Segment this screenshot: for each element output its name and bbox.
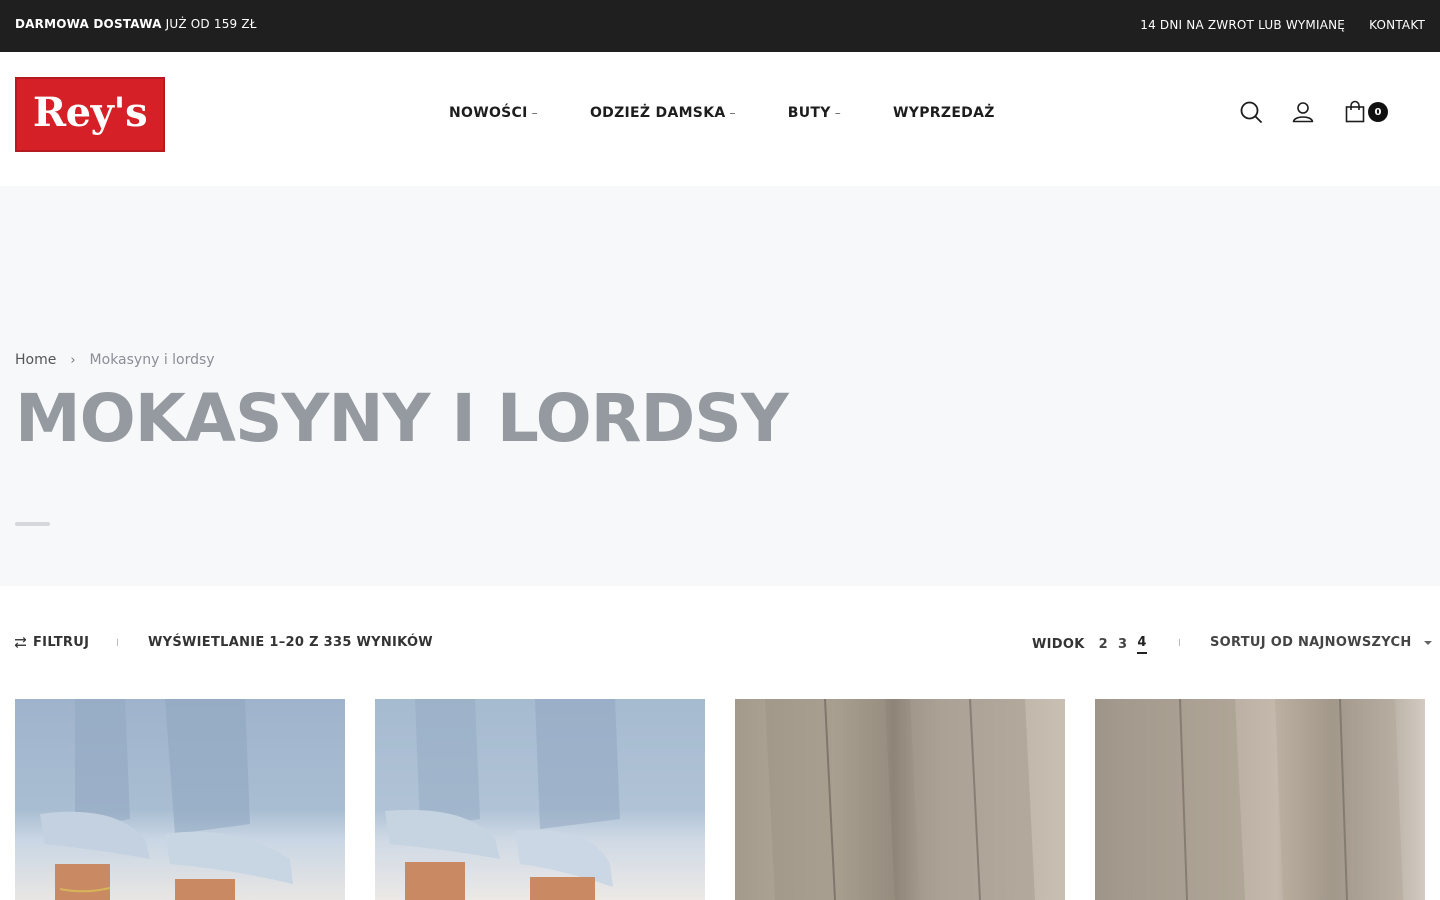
product-image	[40, 699, 293, 900]
view-label: WIDOK	[1032, 637, 1085, 652]
category-hero: Home › Mokasyny i lordsy MOKASYNY I LORD…	[0, 186, 1440, 586]
view-option-3[interactable]: 3	[1118, 637, 1127, 652]
product-image	[765, 699, 1035, 900]
cart-count-badge: 0	[1368, 102, 1388, 122]
chevron-down-icon	[1423, 640, 1432, 645]
page-title: MOKASYNY I LORDSY	[15, 380, 789, 457]
returns-link[interactable]: 14 DNI NA ZWROT LUB WYMIANĘ	[1140, 18, 1345, 32]
nav-item-odziez-damska[interactable]: ODZIEŻ DAMSKA –	[590, 105, 736, 121]
contact-link[interactable]: KONTAKT	[1369, 18, 1425, 32]
main-nav: NOWOŚCI – ODZIEŻ DAMSKA – BUTY – WYPRZED…	[449, 105, 995, 121]
title-underline	[15, 522, 50, 526]
product-card[interactable]	[375, 699, 705, 900]
product-image	[385, 699, 620, 900]
user-icon[interactable]	[1291, 100, 1315, 124]
sort-dropdown[interactable]: SORTUJ OD NAJNOWSZYCH	[1210, 635, 1432, 650]
results-count: WYŚWIETLANIE 1–20 Z 335 WYNIKÓW	[148, 635, 433, 650]
nav-item-nowosci[interactable]: NOWOŚCI –	[449, 105, 538, 121]
nav-item-label: NOWOŚCI	[449, 105, 528, 121]
logo-text: Rey's	[32, 88, 148, 136]
divider	[1179, 639, 1180, 646]
shop-toolbar: FILTRUJ WYŚWIETLANIE 1–20 Z 335 WYNIKÓW …	[0, 620, 1440, 664]
site-header: Rey's NOWOŚCI – ODZIEŻ DAMSKA – BUTY – W…	[0, 52, 1440, 186]
nav-item-label: BUTY	[787, 105, 831, 121]
promo-text: JUŻ OD 159 ZŁ	[165, 17, 257, 31]
submenu-marker: –	[531, 106, 538, 120]
sort-label: SORTUJ OD NAJNOWSZYCH	[1210, 635, 1412, 650]
top-bar-links: 14 DNI NA ZWROT LUB WYMIANĘ KONTAKT	[1140, 18, 1425, 32]
divider	[117, 639, 118, 646]
product-card[interactable]	[735, 699, 1065, 900]
submenu-marker: –	[834, 106, 842, 120]
product-card[interactable]	[15, 699, 345, 900]
breadcrumb-home[interactable]: Home	[15, 352, 56, 368]
logo[interactable]: Rey's	[15, 77, 165, 152]
nav-item-label: ODZIEŻ DAMSKA	[589, 105, 726, 121]
submenu-marker: –	[729, 106, 736, 120]
nav-item-buty[interactable]: BUTY –	[788, 105, 841, 121]
breadcrumb: Home › Mokasyny i lordsy	[15, 352, 215, 368]
view-switcher: WIDOK 2 3 4	[1032, 635, 1157, 654]
product-grid	[0, 699, 1440, 900]
filter-button[interactable]: FILTRUJ	[15, 635, 89, 650]
product-card[interactable]	[1095, 699, 1425, 900]
filter-label: FILTRUJ	[33, 635, 90, 650]
cart-icon[interactable]	[1343, 100, 1367, 124]
search-icon[interactable]	[1239, 100, 1263, 124]
free-shipping-promo: DARMOWA DOSTAWA JUŻ OD 159 ZŁ	[15, 17, 257, 31]
view-option-2[interactable]: 2	[1099, 637, 1108, 652]
product-image	[1115, 699, 1403, 900]
breadcrumb-current: Mokasyny i lordsy	[89, 352, 215, 368]
promo-bold: DARMOWA DOSTAWA	[15, 17, 162, 31]
view-option-4[interactable]: 4	[1137, 635, 1147, 654]
nav-item-label: WYPRZEDAŻ	[893, 105, 995, 121]
filter-icon	[15, 637, 26, 648]
top-bar: DARMOWA DOSTAWA JUŻ OD 159 ZŁ 14 DNI NA …	[0, 0, 1440, 52]
nav-item-wyprzedaz[interactable]: WYPRZEDAŻ	[893, 105, 995, 121]
breadcrumb-separator: ›	[70, 352, 76, 368]
